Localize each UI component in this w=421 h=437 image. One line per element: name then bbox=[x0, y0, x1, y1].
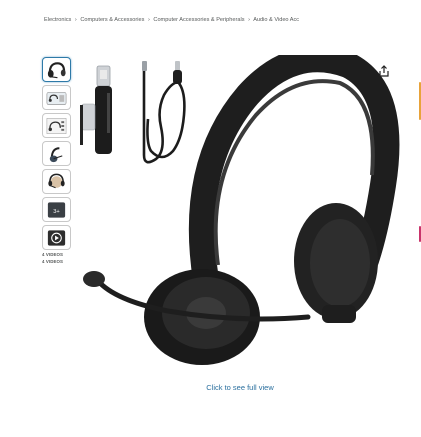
thumbnail-specs[interactable] bbox=[42, 113, 71, 138]
thumbnail-strip: 3+ 4 VIDEOS 4 VIDEOS bbox=[42, 57, 74, 264]
plus-count-icon: 3+ bbox=[47, 201, 66, 218]
breadcrumb-separator: › bbox=[147, 17, 150, 23]
thumbnail-product-box[interactable] bbox=[42, 85, 71, 110]
thumbnail-video[interactable] bbox=[42, 225, 71, 250]
click-to-see-full-view-link[interactable]: Click to see full view bbox=[0, 383, 421, 392]
breadcrumb-computers-accessories[interactable]: Computers & Accessories bbox=[80, 17, 144, 23]
breadcrumb-electronics[interactable]: Electronics bbox=[44, 17, 71, 23]
product-box-icon bbox=[46, 91, 67, 105]
share-icon[interactable] bbox=[377, 64, 391, 78]
breadcrumb-separator: › bbox=[248, 17, 250, 23]
headset-icon bbox=[47, 61, 66, 78]
usb-connector-graphic bbox=[80, 103, 96, 145]
video-play-icon bbox=[47, 229, 66, 246]
more-count-label: 3+ bbox=[53, 208, 60, 214]
headset-graphic bbox=[83, 55, 400, 365]
video-count-label: 4 VIDEOS bbox=[42, 259, 64, 264]
thumbnail-more[interactable]: 3+ bbox=[42, 197, 71, 222]
headset-side-icon bbox=[49, 146, 63, 162]
breadcrumb-computer-accessories-peripherals[interactable]: Computer Accessories & Peripherals bbox=[153, 17, 244, 23]
cable-graphic bbox=[142, 61, 186, 164]
breadcrumb-separator: › bbox=[74, 17, 77, 23]
thumbnail-headset-worn[interactable] bbox=[42, 169, 71, 194]
product-main-image[interactable] bbox=[78, 55, 408, 375]
specs-chart-icon bbox=[46, 117, 67, 134]
thumbnail-headset-side[interactable] bbox=[42, 141, 71, 166]
breadcrumb: Electronics › Computers & Accessories › … bbox=[44, 17, 421, 23]
video-count-label: 4 VIDEOS bbox=[42, 252, 64, 257]
usb-a-adapter-graphic bbox=[95, 65, 112, 154]
thumbnail-headset[interactable] bbox=[42, 57, 71, 82]
breadcrumb-audio-video-accessories[interactable]: Audio & Video Acc bbox=[253, 17, 299, 23]
headset-worn-icon bbox=[48, 173, 65, 188]
